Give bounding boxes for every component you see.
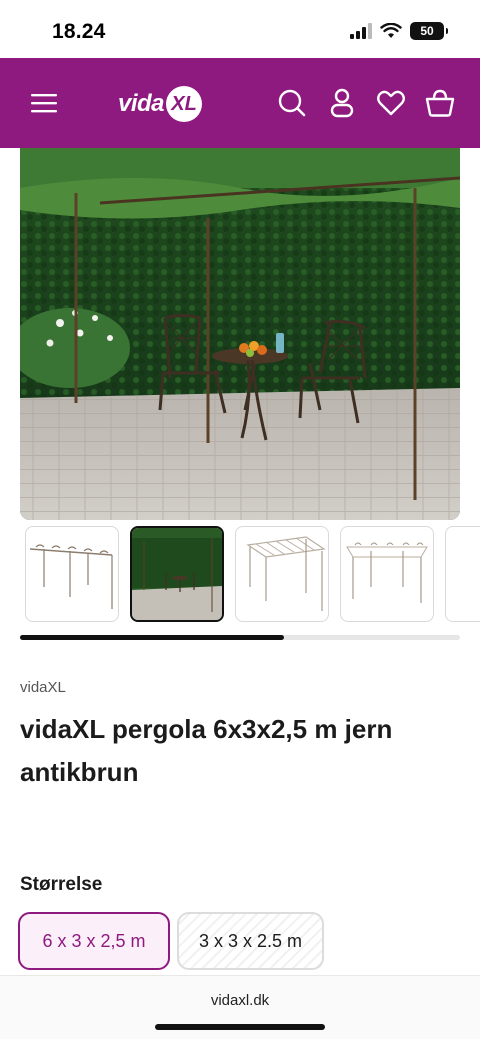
account-icon	[330, 88, 354, 118]
gallery-scrollbar-thumb[interactable]	[20, 635, 284, 640]
size-option-label: 3 x 3 x 2.5 m	[198, 930, 303, 951]
thumbnail-5[interactable]	[445, 526, 480, 622]
thumbnail-strip[interactable]	[20, 526, 480, 622]
battery-level: 50	[420, 24, 434, 38]
thumbnail-2[interactable]	[130, 526, 224, 622]
app-header: vida XL	[0, 58, 480, 148]
thumbnail-4-image	[346, 542, 428, 603]
product-title: vidaXL pergola 6x3x2,5 m jern antikbrun	[20, 714, 393, 787]
battery-icon: 50	[410, 22, 448, 40]
thumbnail-4[interactable]	[340, 526, 434, 622]
heart-icon	[377, 90, 405, 116]
logo-badge: XL	[166, 86, 203, 122]
basket-icon	[425, 89, 455, 117]
size-option-6x3x2-5[interactable]: 6 x 3 x 2,5 m	[18, 912, 170, 970]
signal-icon	[350, 23, 372, 39]
thumbnail-3[interactable]	[235, 526, 329, 622]
browser-url-bar[interactable]: vidaxl.dk	[0, 975, 480, 1039]
account-button[interactable]	[322, 83, 362, 123]
thumbnail-1[interactable]	[25, 526, 119, 622]
pergola-photo	[20, 148, 460, 520]
wifi-icon	[380, 23, 402, 38]
thumbnail-2-image	[132, 528, 222, 620]
size-option-3x3x2-5[interactable]: 3 x 3 x 2.5 m	[177, 912, 324, 970]
size-option-label: 6 x 3 x 2,5 m	[42, 930, 146, 951]
logo-text: vida	[118, 90, 165, 117]
wishlist-button[interactable]	[371, 83, 411, 123]
menu-button[interactable]	[24, 83, 64, 123]
status-bar: 18.24 50	[0, 0, 480, 58]
vidaxl-logo[interactable]: vida XL	[118, 84, 203, 124]
status-icons: 50	[350, 22, 448, 40]
status-time: 18.24	[52, 20, 106, 43]
gallery-scrollbar[interactable]	[20, 635, 460, 640]
search-icon	[278, 89, 306, 117]
product-main-image[interactable]	[20, 148, 460, 520]
thumbnail-3-image	[246, 536, 326, 611]
product-brand[interactable]: vidaXL	[20, 679, 66, 696]
basket-button[interactable]	[420, 83, 460, 123]
home-indicator[interactable]	[155, 1024, 325, 1030]
thumbnail-1-image	[29, 544, 113, 609]
menu-icon	[31, 94, 57, 113]
search-button[interactable]	[272, 83, 312, 123]
url-text[interactable]: vidaxl.dk	[0, 992, 480, 1009]
size-label: Størrelse	[20, 874, 103, 895]
